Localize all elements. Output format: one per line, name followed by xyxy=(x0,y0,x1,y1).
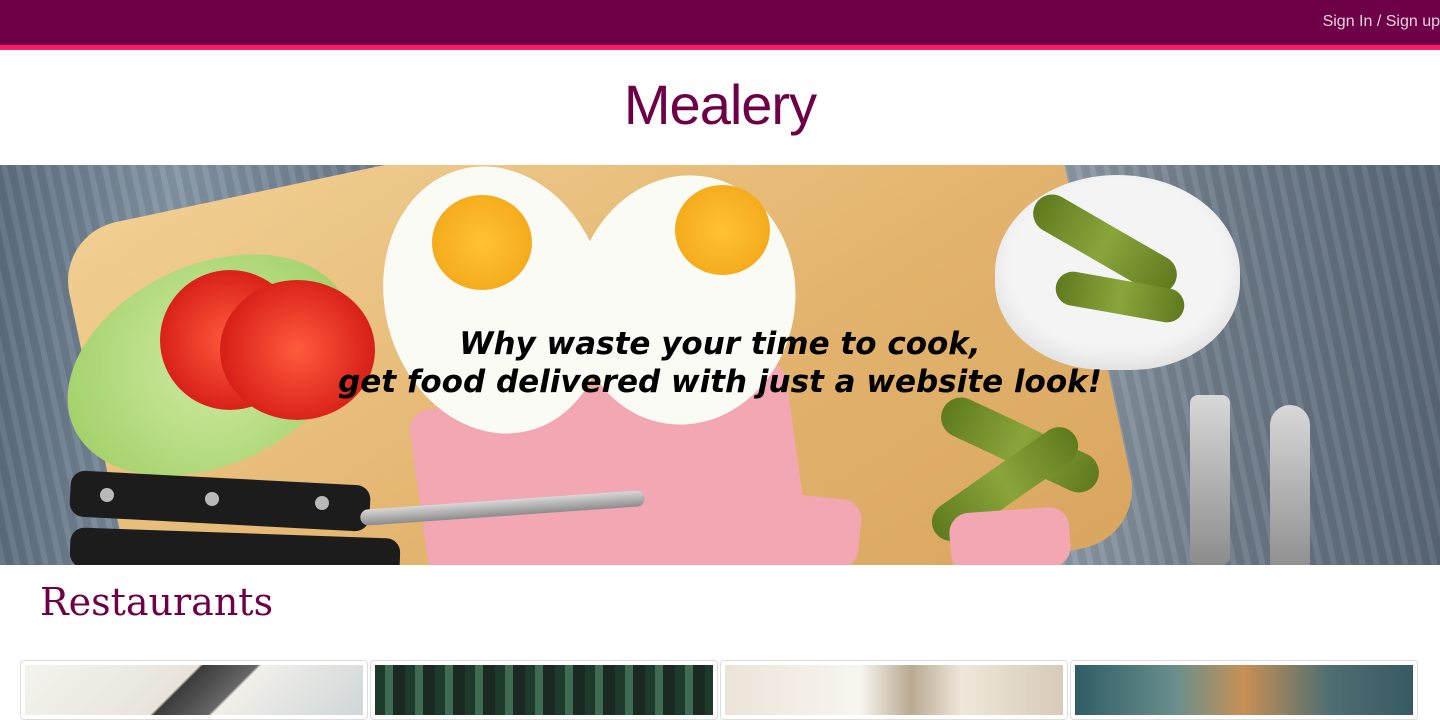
hero-tagline-line2: get food delivered with just a website l… xyxy=(338,364,1102,400)
egg-yolk-image xyxy=(432,195,532,290)
ham-slice-image xyxy=(736,488,864,565)
knife-rivet xyxy=(100,488,114,502)
knife-rivet xyxy=(205,492,219,506)
knife-rivet xyxy=(315,496,329,510)
restaurant-photo[interactable] xyxy=(725,665,1063,715)
restaurant-card[interactable] xyxy=(20,660,368,720)
restaurant-photo[interactable] xyxy=(25,665,363,715)
hero-tagline-line1: Why waste your time to cook, xyxy=(459,326,981,362)
restaurant-card[interactable] xyxy=(370,660,718,720)
restaurant-card[interactable] xyxy=(720,660,1068,720)
site-logo-title[interactable]: Mealery xyxy=(0,72,1440,137)
fork-image xyxy=(1190,395,1230,565)
top-navbar: Sign In / Sign up xyxy=(0,0,1440,50)
ham-slice-image xyxy=(948,505,1072,565)
hero-banner: Why waste your time to cook, get food de… xyxy=(0,165,1440,565)
restaurant-card-grid xyxy=(20,660,1420,720)
restaurants-heading: Restaurants xyxy=(40,580,274,624)
egg-yolk-image xyxy=(675,185,770,275)
restaurant-photo[interactable] xyxy=(375,665,713,715)
hero-tagline: Why waste your time to cook, get food de… xyxy=(0,325,1440,401)
restaurant-card[interactable] xyxy=(1070,660,1418,720)
knife-blade-image xyxy=(1270,405,1310,565)
restaurant-photo[interactable] xyxy=(1075,665,1413,715)
signin-signup-link[interactable]: Sign In / Sign up xyxy=(1323,13,1440,31)
